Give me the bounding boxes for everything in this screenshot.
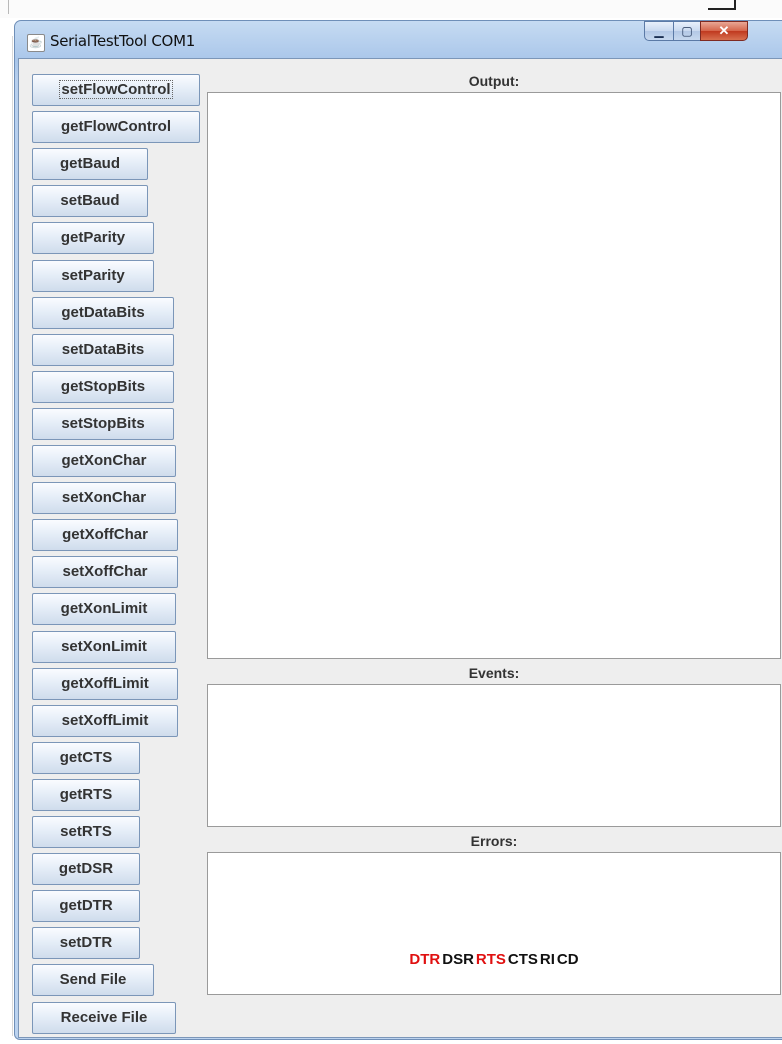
get-parity-button[interactable]: getParity: [32, 222, 154, 255]
background-window-fragment: [708, 0, 736, 10]
button-label: setStopBits: [61, 414, 145, 432]
button-label: getRTS: [59, 785, 113, 803]
set-xon-limit-button[interactable]: setXonLimit: [32, 630, 176, 663]
get-baud-button[interactable]: getBaud: [32, 148, 148, 181]
set-flow-control-button[interactable]: setFlowControl: [32, 74, 200, 106]
button-label: getParity: [60, 229, 126, 247]
minimize-button[interactable]: ▁: [644, 21, 674, 41]
button-label: setFlowControl: [59, 80, 173, 99]
app-window: ☕ SerialTestTool COM1 ▁ ▢ ✕ Output: Even…: [14, 20, 782, 1040]
errors-label: Errors:: [470, 833, 518, 849]
get-xoff-limit-button[interactable]: getXoffLimit: [32, 667, 178, 700]
button-label: getXonChar: [61, 452, 147, 469]
get-xon-char-button[interactable]: getXonChar: [32, 445, 176, 477]
button-label: getXoffLimit: [61, 674, 149, 692]
close-icon: ✕: [718, 23, 730, 38]
set-stop-bits-button[interactable]: setStopBits: [32, 407, 174, 440]
button-label: getStopBits: [60, 377, 146, 395]
receive-file-button[interactable]: Receive File: [32, 1001, 176, 1034]
get-rts-button[interactable]: getRTS: [32, 778, 140, 811]
button-label: setXoffChar: [62, 563, 148, 581]
events-textarea[interactable]: [207, 684, 781, 827]
button-label: getBaud: [60, 155, 120, 173]
button-label: setDTR: [59, 934, 113, 952]
button-label: getFlowControl: [61, 118, 171, 136]
get-stop-bits-button[interactable]: getStopBits: [32, 370, 174, 403]
button-label: setBaud: [60, 192, 120, 210]
get-xoff-char-button[interactable]: getXoffChar: [32, 519, 178, 552]
errors-textarea[interactable]: [207, 852, 781, 995]
button-label: getXoffChar: [62, 526, 148, 544]
get-cts-button[interactable]: getCTS: [32, 741, 140, 774]
button-label: setDataBits: [61, 340, 145, 358]
minimize-icon: ▁: [654, 24, 664, 38]
set-xoff-char-button[interactable]: setXoffChar: [32, 556, 178, 589]
signal-status-bar: DTR DSR RTS CTS RI CD: [207, 951, 781, 968]
client-area: Output: Events: Errors: DTR DSR RTS CTS RI CD…: [18, 58, 782, 1038]
signal-cd: CD: [556, 951, 579, 968]
window-title: SerialTestTool COM1: [50, 32, 195, 50]
button-label: setXonChar: [61, 489, 147, 507]
button-label: setXoffLimit: [61, 711, 149, 729]
get-xon-limit-button[interactable]: getXonLimit: [32, 593, 176, 626]
signal-cts: CTS: [507, 951, 538, 968]
button-label: Receive File: [60, 1008, 148, 1026]
set-rts-button[interactable]: setRTS: [32, 816, 140, 848]
get-flow-control-button[interactable]: getFlowControl: [32, 111, 200, 144]
send-file-button[interactable]: Send File: [32, 964, 154, 997]
button-label: getDTR: [59, 897, 113, 915]
background-divider: [8, 0, 9, 14]
button-label: setRTS: [60, 823, 112, 840]
maximize-icon: ▢: [681, 24, 693, 38]
signal-rts: RTS: [475, 951, 506, 968]
signal-dsr: DSR: [442, 951, 474, 968]
set-baud-button[interactable]: setBaud: [32, 185, 148, 218]
close-button[interactable]: ✕: [700, 21, 748, 41]
maximize-button[interactable]: ▢: [673, 21, 701, 41]
button-label: getDataBits: [61, 303, 145, 321]
button-label: getDSR: [58, 860, 114, 878]
java-cup-icon[interactable]: ☕: [27, 34, 45, 52]
get-dsr-button[interactable]: getDSR: [32, 853, 140, 886]
background-desktop-strip: [0, 0, 782, 18]
events-label: Events:: [468, 665, 520, 681]
background-edge: [0, 36, 13, 1036]
set-xoff-limit-button[interactable]: setXoffLimit: [32, 704, 178, 737]
set-parity-button[interactable]: setParity: [32, 259, 154, 292]
output-textarea[interactable]: [207, 92, 781, 659]
get-dtr-button[interactable]: getDTR: [32, 890, 140, 923]
button-label: Send File: [59, 971, 127, 989]
set-dtr-button[interactable]: setDTR: [32, 927, 140, 960]
set-data-bits-button[interactable]: setDataBits: [32, 333, 174, 366]
button-label: setParity: [61, 266, 125, 284]
signal-dtr: DTR: [409, 951, 441, 968]
button-label: getCTS: [59, 748, 113, 766]
button-label: setXonLimit: [61, 637, 147, 655]
output-label: Output:: [468, 73, 520, 89]
signal-ri: RI: [539, 951, 555, 968]
set-xon-char-button[interactable]: setXonChar: [32, 482, 176, 515]
button-label: getXonLimit: [60, 600, 148, 618]
get-data-bits-button[interactable]: getDataBits: [32, 296, 174, 329]
